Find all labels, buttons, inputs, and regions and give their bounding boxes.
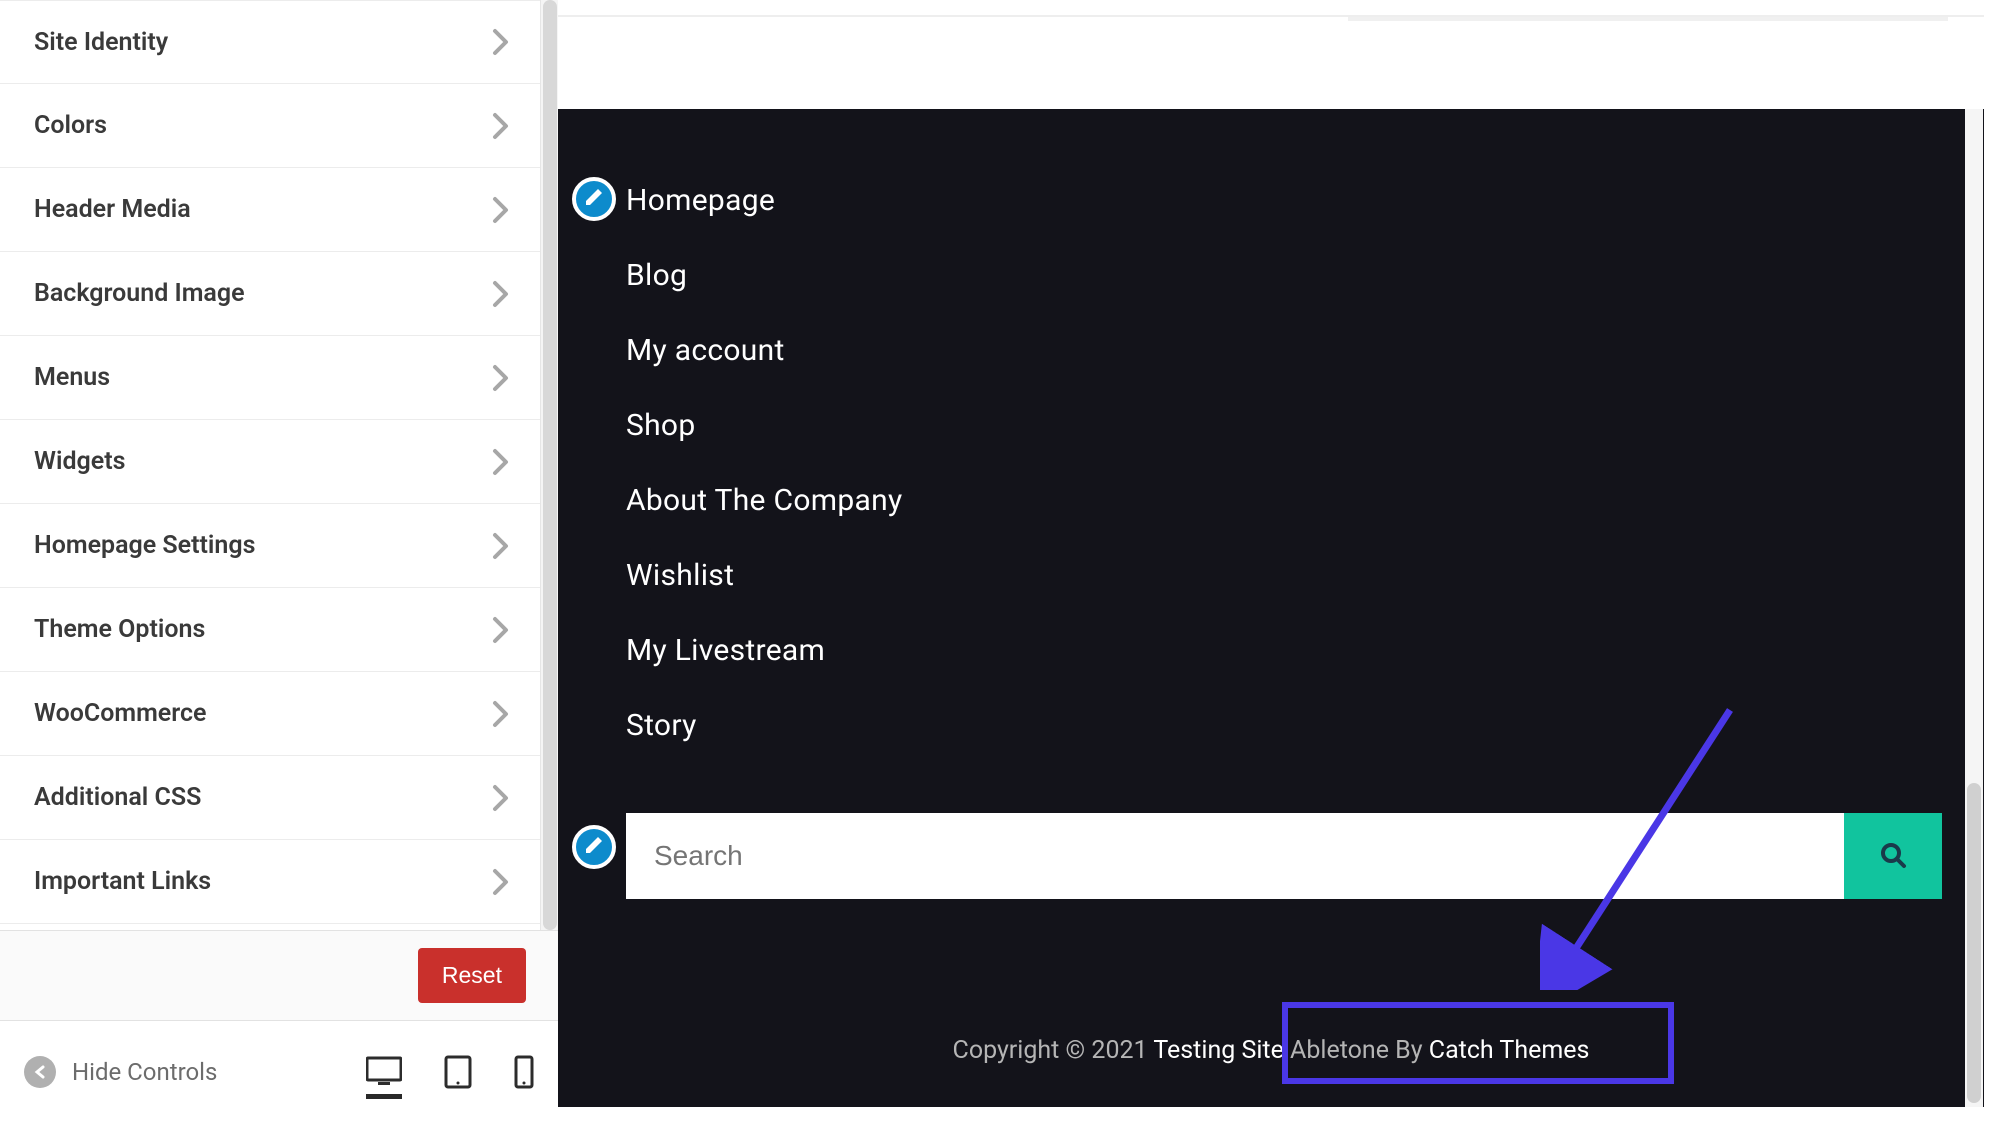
preview-dark-section: Homepage Blog My account Shop About The …	[558, 109, 1984, 1107]
search-input[interactable]	[626, 813, 1844, 899]
panel-site-identity[interactable]: Site Identity	[0, 0, 540, 84]
panel-colors[interactable]: Colors	[0, 84, 540, 168]
scrollbar-thumb[interactable]	[543, 0, 557, 930]
preview-frame: Homepage Blog My account Shop About The …	[558, 15, 1984, 1107]
chevron-right-icon	[492, 28, 510, 56]
menu-item[interactable]: Shop	[626, 408, 1948, 443]
panel-label: Widgets	[34, 447, 125, 476]
search-button[interactable]	[1844, 813, 1942, 899]
panel-background-image[interactable]: Background Image	[0, 252, 540, 336]
panel-important-links[interactable]: Important Links	[0, 840, 540, 924]
footer-menu-list: Homepage Blog My account Shop About The …	[594, 183, 1948, 743]
menu-widget: Homepage Blog My account Shop About The …	[594, 183, 1948, 743]
panel-homepage-settings[interactable]: Homepage Settings	[0, 504, 540, 588]
theme-credit: Abletone By Catch Themes	[1290, 1036, 1589, 1065]
menu-item[interactable]: Wishlist	[626, 558, 1948, 593]
search-icon	[1879, 841, 1907, 872]
device-preview-switcher	[366, 1055, 534, 1089]
panel-label: Site Identity	[34, 28, 168, 57]
panel-label: Menus	[34, 363, 110, 392]
copyright-author-link[interactable]: Catch Themes	[1429, 1036, 1590, 1065]
chevron-right-icon	[492, 280, 510, 308]
tablet-preview-icon[interactable]	[444, 1055, 472, 1089]
panel-label: WooCommerce	[34, 699, 207, 728]
copyright-site-link[interactable]: Testing Site	[1153, 1036, 1284, 1065]
preview-corner-box	[1348, 15, 1948, 21]
panel-label: Additional CSS	[34, 783, 201, 812]
customizer-sidebar: Site Identity Colors Header Media Backgr…	[0, 0, 558, 1122]
menu-item[interactable]: My Livestream	[626, 633, 1948, 668]
copyright-line: Copyright © 2021 Testing Site Abletone B…	[558, 1036, 1984, 1065]
panel-theme-options[interactable]: Theme Options	[0, 588, 540, 672]
menu-item[interactable]: Blog	[626, 258, 1948, 293]
sidebar-footer: Hide Controls	[0, 1020, 558, 1122]
panel-label: Important Links	[34, 867, 211, 896]
chevron-right-icon	[492, 448, 510, 476]
panel-menus[interactable]: Menus	[0, 336, 540, 420]
copyright-theme-by: Abletone By	[1290, 1036, 1429, 1065]
panel-label: Homepage Settings	[34, 531, 255, 560]
edit-widget-button[interactable]	[572, 177, 616, 221]
edit-widget-button[interactable]	[572, 825, 616, 869]
panel-label: Colors	[34, 111, 107, 140]
chevron-right-icon	[492, 532, 510, 560]
chevron-down-icon[interactable]: ▾	[1965, 1103, 1983, 1107]
chevron-left-icon	[24, 1056, 56, 1088]
panel-additional-css[interactable]: Additional CSS	[0, 756, 540, 840]
chevron-right-icon	[492, 700, 510, 728]
panel-label: Theme Options	[34, 615, 205, 644]
chevron-right-icon	[492, 196, 510, 224]
search-box	[626, 813, 1942, 899]
search-widget	[594, 813, 1948, 899]
preview-top-white	[558, 15, 1984, 109]
scrollbar-thumb[interactable]	[1967, 783, 1981, 1103]
preview-scrollbar[interactable]: ▾	[1965, 109, 1983, 1107]
reset-button[interactable]: Reset	[418, 948, 526, 1003]
panel-woocommerce[interactable]: WooCommerce	[0, 672, 540, 756]
menu-item[interactable]: About The Company	[626, 483, 1948, 518]
copyright-prefix: Copyright © 2021	[953, 1036, 1154, 1065]
sidebar-panels: Site Identity Colors Header Media Backgr…	[0, 0, 558, 930]
pencil-icon	[584, 187, 604, 211]
chevron-right-icon	[492, 364, 510, 392]
panel-label: Header Media	[34, 195, 191, 224]
menu-item[interactable]: Story	[626, 708, 1948, 743]
hide-controls-button[interactable]: Hide Controls	[24, 1056, 217, 1088]
sidebar-scrollbar[interactable]	[540, 0, 558, 930]
sidebar-actions: Reset	[0, 930, 558, 1020]
panel-widgets[interactable]: Widgets	[0, 420, 540, 504]
chevron-right-icon	[492, 616, 510, 644]
menu-item[interactable]: Homepage	[594, 183, 1948, 218]
panel-header-media[interactable]: Header Media	[0, 168, 540, 252]
pencil-icon	[584, 835, 604, 859]
chevron-right-icon	[492, 784, 510, 812]
hide-controls-label: Hide Controls	[72, 1058, 217, 1086]
menu-item[interactable]: My account	[626, 333, 1948, 368]
chevron-right-icon	[492, 112, 510, 140]
panel-label: Background Image	[34, 279, 245, 308]
mobile-preview-icon[interactable]	[514, 1055, 534, 1089]
preview-wrapper: Homepage Blog My account Shop About The …	[558, 0, 1999, 1122]
desktop-preview-icon[interactable]	[366, 1056, 402, 1099]
chevron-right-icon	[492, 868, 510, 896]
